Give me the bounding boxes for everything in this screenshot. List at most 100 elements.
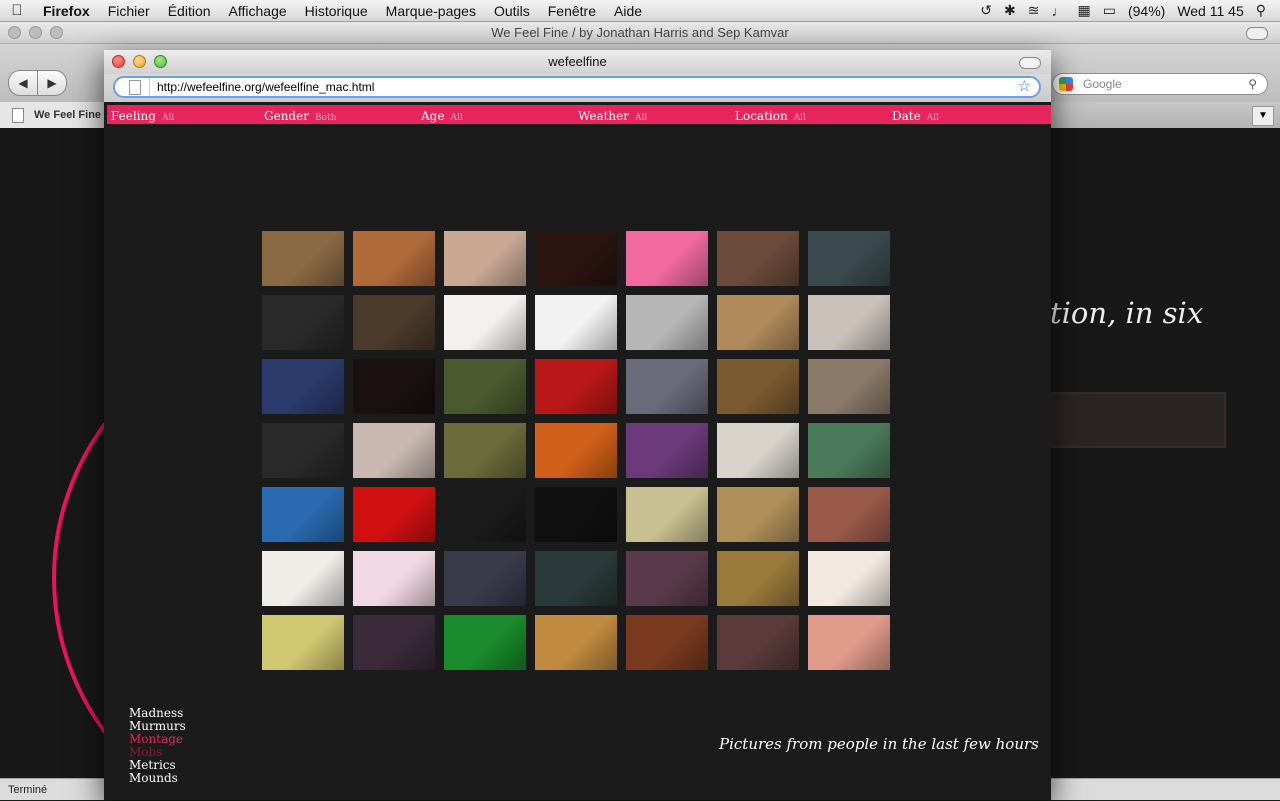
montage-photo[interactable] [808, 423, 890, 478]
montage-photo[interactable] [808, 231, 890, 286]
wefeelfine-window: wefeelfine http://wefeelfine.org/wefeelf… [104, 50, 1051, 800]
montage-photo[interactable] [444, 295, 526, 350]
montage-photo[interactable] [535, 359, 617, 414]
wifi-icon[interactable]: ≊ [1028, 2, 1040, 19]
montage-photo[interactable] [626, 231, 708, 286]
bluetooth-icon[interactable]: ✱ [1004, 2, 1016, 19]
montage-photo[interactable] [717, 231, 799, 286]
battery-percent[interactable]: (94%) [1128, 3, 1165, 19]
montage-photo[interactable] [717, 359, 799, 414]
montage-photo[interactable] [626, 487, 708, 542]
menu-fichier[interactable]: Fichier [99, 3, 159, 19]
filter-label: Age [421, 109, 445, 123]
window-toolbar-toggle[interactable] [1019, 57, 1041, 69]
montage-photo[interactable] [353, 295, 435, 350]
bookmark-star-icon[interactable]: ☆ [1018, 78, 1031, 96]
montage-photo[interactable] [444, 615, 526, 670]
filter-weather[interactable]: Weather All [578, 105, 647, 124]
minimize-button[interactable] [133, 55, 146, 68]
menu-historique[interactable]: Historique [296, 3, 377, 19]
montage-photo[interactable] [626, 423, 708, 478]
zoom-button[interactable] [154, 55, 167, 68]
montage-photo[interactable] [353, 359, 435, 414]
menu-fenetre[interactable]: Fenêtre [539, 3, 605, 19]
montage-photo[interactable] [262, 423, 344, 478]
menu-edition[interactable]: Édition [159, 3, 220, 19]
montage-photo[interactable] [717, 423, 799, 478]
back-button[interactable]: ◀ [8, 70, 38, 96]
forward-button[interactable]: ▶ [38, 70, 67, 96]
montage-photo[interactable] [444, 551, 526, 606]
search-box[interactable]: Google ⚲ [1052, 73, 1268, 95]
montage-photo[interactable] [535, 551, 617, 606]
montage-photo[interactable] [626, 359, 708, 414]
filter-gender[interactable]: Gender Both [264, 105, 336, 124]
montage-caption: Pictures from people in the last few hou… [719, 735, 1039, 753]
tab-we-feel-fine[interactable]: We Feel Fine [0, 102, 112, 128]
toolbar-toggle-button[interactable] [1246, 27, 1268, 40]
apple-menu-icon[interactable]:  [0, 2, 34, 19]
battery-icon[interactable]: ▭ [1103, 2, 1116, 19]
montage-photo[interactable] [444, 231, 526, 286]
montage-photo[interactable] [262, 615, 344, 670]
menu-marque-pages[interactable]: Marque-pages [377, 3, 485, 19]
montage-photo[interactable] [262, 359, 344, 414]
montage-photo[interactable] [717, 487, 799, 542]
montage-photo[interactable] [626, 615, 708, 670]
montage-photo[interactable] [808, 487, 890, 542]
search-placeholder: Google [1083, 77, 1122, 91]
montage-photo[interactable] [717, 615, 799, 670]
filter-feeling[interactable]: Feeling All [111, 105, 174, 124]
window-titlebar[interactable]: wefeelfine [104, 50, 1051, 74]
tab-list-button[interactable]: ▼ [1252, 106, 1274, 126]
filter-value: All [450, 113, 463, 123]
montage-photo[interactable] [717, 551, 799, 606]
montage-photo[interactable] [808, 295, 890, 350]
close-button[interactable] [112, 55, 125, 68]
montage-photo[interactable] [808, 359, 890, 414]
montage-photo[interactable] [808, 615, 890, 670]
montage-photo[interactable] [535, 487, 617, 542]
montage-photo[interactable] [353, 423, 435, 478]
menu-affichage[interactable]: Affichage [220, 3, 296, 19]
montage-photo[interactable] [262, 295, 344, 350]
montage-photo[interactable] [444, 487, 526, 542]
montage-photo[interactable] [353, 551, 435, 606]
montage-photo[interactable] [353, 615, 435, 670]
filter-date[interactable]: Date All [892, 105, 939, 124]
filter-label: Date [892, 109, 921, 123]
menu-aide[interactable]: Aide [605, 3, 651, 19]
montage-photo[interactable] [353, 487, 435, 542]
filter-label: Gender [264, 109, 309, 123]
filter-label: Location [735, 109, 788, 123]
menu-outils[interactable]: Outils [485, 3, 539, 19]
montage-photo[interactable] [262, 231, 344, 286]
filter-value: All [635, 113, 648, 123]
clock[interactable]: Wed 11 45 [1177, 3, 1243, 19]
menu-firefox[interactable]: Firefox [34, 3, 99, 19]
montage-photo[interactable] [717, 295, 799, 350]
filter-label: Feeling [111, 109, 156, 123]
montage-photo[interactable] [444, 359, 526, 414]
volume-icon[interactable]: ♩ [1051, 3, 1065, 19]
montage-photo[interactable] [535, 295, 617, 350]
montage-photo[interactable] [808, 551, 890, 606]
filter-location[interactable]: Location All [735, 105, 806, 124]
url-field[interactable]: http://wefeelfine.org/wefeelfine_mac.htm… [113, 76, 1041, 98]
montage-photo[interactable] [262, 487, 344, 542]
montage-photo[interactable] [626, 551, 708, 606]
time-machine-icon[interactable]: ↺ [980, 2, 992, 19]
address-bar-area: http://wefeelfine.org/wefeelfine_mac.htm… [104, 74, 1051, 102]
filter-age[interactable]: Age All [421, 105, 463, 124]
menu-mounds[interactable]: Mounds [129, 772, 186, 785]
spotlight-search-icon[interactable]: ⚲ [1256, 2, 1266, 19]
montage-photo[interactable] [535, 615, 617, 670]
montage-photo[interactable] [535, 423, 617, 478]
search-icon[interactable]: ⚲ [1248, 74, 1257, 94]
montage-photo[interactable] [626, 295, 708, 350]
montage-photo[interactable] [353, 231, 435, 286]
montage-photo[interactable] [444, 423, 526, 478]
montage-photo[interactable] [535, 231, 617, 286]
montage-photo[interactable] [262, 551, 344, 606]
input-menu-icon[interactable]: ▦ [1077, 2, 1090, 19]
